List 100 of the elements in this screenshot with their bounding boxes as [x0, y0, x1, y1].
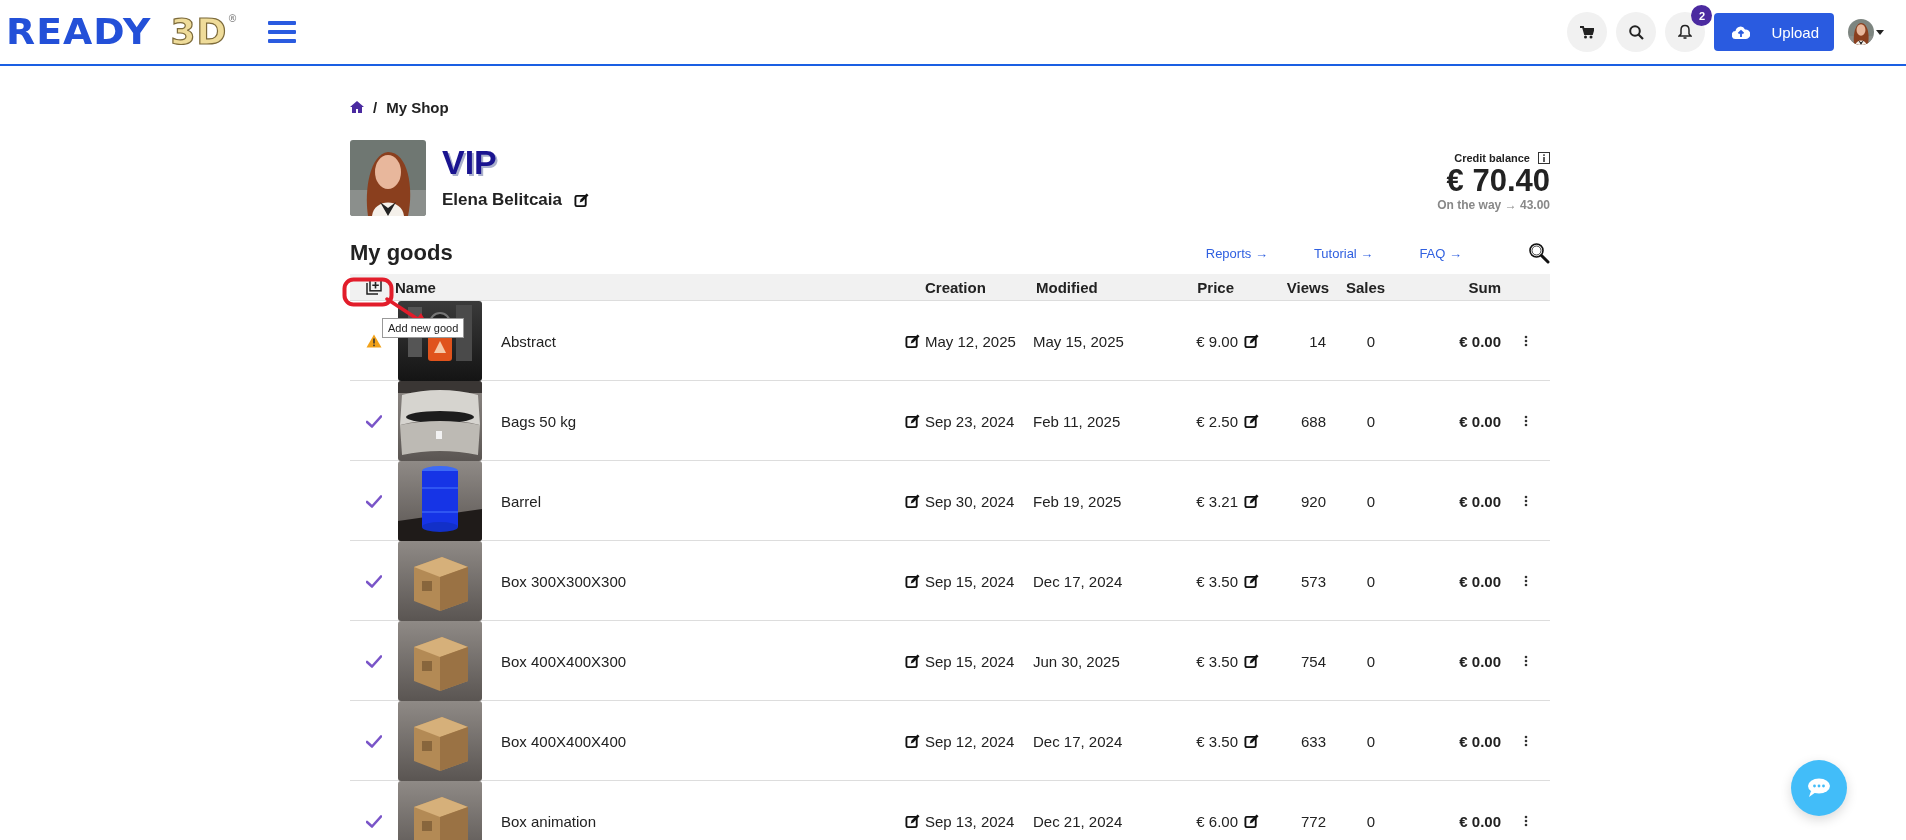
edit-icon[interactable]	[904, 813, 920, 829]
product-name[interactable]: Box animation	[501, 812, 899, 830]
edit-icon[interactable]	[1244, 653, 1259, 669]
add-item-icon[interactable]	[366, 279, 382, 295]
sum-amount: € 0.00	[1458, 572, 1501, 590]
column-header[interactable]: Price	[1153, 278, 1271, 296]
edit-icon[interactable]	[1244, 573, 1259, 589]
creation-date: Sep 15, 2024	[925, 572, 1016, 590]
modified-date: Dec 17, 2024	[1033, 732, 1124, 750]
sum-amount: € 0.00	[1458, 812, 1501, 830]
sum-amount: € 0.00	[1458, 652, 1501, 670]
modified-date: Feb 11, 2025	[1033, 412, 1122, 430]
check-icon	[366, 734, 382, 748]
check-icon	[366, 574, 382, 588]
search-button[interactable]	[1616, 12, 1657, 52]
sales-count: 0	[1365, 812, 1377, 830]
edit-icon[interactable]	[904, 333, 920, 349]
creation-date: Sep 23, 2024	[925, 412, 1016, 430]
pending-amount: On the way → 43.00	[1437, 198, 1550, 212]
edit-icon[interactable]	[1244, 813, 1259, 829]
nav-link[interactable]: FAQ →	[1419, 245, 1462, 261]
logo[interactable]: READY 3D®	[6, 14, 239, 50]
product-name[interactable]: Box 300X300X300	[501, 572, 899, 590]
warning-icon	[366, 334, 382, 348]
search-icon	[1628, 24, 1644, 40]
product-name[interactable]: Barrel	[501, 492, 899, 510]
edit-icon[interactable]	[1244, 413, 1259, 429]
sum-amount: € 0.00	[1458, 492, 1501, 510]
modified-date: Dec 21, 2024	[1033, 812, 1124, 830]
more-icon[interactable]	[1523, 655, 1528, 667]
cart-button[interactable]	[1567, 12, 1608, 52]
column-header[interactable]: Modified	[1033, 278, 1153, 296]
modified-date: Dec 17, 2024	[1033, 572, 1124, 590]
price: € 3.21	[1196, 492, 1238, 510]
upload-button[interactable]: Upload	[1714, 13, 1834, 51]
product-name[interactable]: Bags 50 kg	[501, 412, 899, 430]
home-icon[interactable]	[350, 101, 364, 113]
breadcrumb-item[interactable]: My Shop	[386, 98, 449, 116]
edit-icon[interactable]	[904, 573, 920, 589]
views-count: 920	[1299, 492, 1327, 510]
views-count: 688	[1299, 412, 1327, 430]
menu-icon[interactable]	[268, 21, 297, 43]
price: € 9.00	[1196, 332, 1238, 350]
column-header[interactable]: Sum	[1401, 278, 1501, 296]
edit-icon[interactable]	[1244, 493, 1259, 509]
product-name[interactable]: Box 400X400X400	[501, 732, 899, 750]
column-header[interactable]: Creation	[925, 278, 1033, 296]
info-icon[interactable]	[1538, 152, 1550, 164]
more-icon[interactable]	[1523, 415, 1528, 427]
column-header[interactable]: Views	[1271, 278, 1341, 296]
more-icon[interactable]	[1523, 575, 1528, 587]
views-count: 573	[1299, 572, 1327, 590]
sales-count: 0	[1365, 412, 1377, 430]
shop-owner-name: Elena Belitcaia	[442, 190, 562, 210]
balance-label: Credit balance	[1454, 152, 1530, 164]
column-header[interactable]: Name	[395, 278, 899, 296]
sales-count: 0	[1365, 732, 1377, 750]
nav-link[interactable]: Reports →	[1205, 245, 1268, 261]
sum-amount: € 0.00	[1458, 412, 1501, 430]
column-header[interactable]: Sales	[1341, 278, 1401, 296]
views-count: 14	[1308, 332, 1327, 350]
search-icon[interactable]	[1528, 242, 1550, 264]
views-count: 772	[1299, 812, 1327, 830]
tooltip: Add new good	[382, 318, 465, 338]
edit-icon[interactable]	[904, 413, 920, 429]
more-icon[interactable]	[1523, 735, 1528, 747]
section-title: My goods	[350, 240, 453, 266]
tier-label: VIP	[442, 142, 498, 182]
chat-icon	[1807, 778, 1831, 798]
caret-icon[interactable]	[1876, 29, 1884, 35]
modified-date: Feb 19, 2025	[1033, 492, 1123, 510]
creation-date: Sep 15, 2024	[925, 652, 1016, 670]
highlight-ring	[342, 277, 394, 307]
creation-date: Sep 30, 2024	[925, 492, 1016, 510]
edit-icon[interactable]	[904, 493, 920, 509]
cloud-upload-icon	[1732, 25, 1751, 39]
edit-icon[interactable]	[1244, 733, 1259, 749]
more-icon[interactable]	[1523, 335, 1528, 347]
more-icon[interactable]	[1523, 495, 1528, 507]
views-count: 754	[1299, 652, 1327, 670]
product-name[interactable]: Abstract	[501, 332, 899, 350]
edit-icon[interactable]	[1244, 333, 1259, 349]
modified-date: Jun 30, 2025	[1033, 652, 1121, 670]
check-icon	[366, 494, 382, 508]
nav-link[interactable]: Tutorial →	[1313, 245, 1374, 261]
sales-count: 0	[1365, 332, 1377, 350]
price: € 6.00	[1196, 812, 1238, 830]
notifications-button[interactable]	[1665, 12, 1706, 52]
bell-icon	[1678, 24, 1693, 40]
sum-amount: € 0.00	[1458, 732, 1501, 750]
edit-icon[interactable]	[904, 653, 920, 669]
sales-count: 0	[1365, 492, 1377, 510]
more-icon[interactable]	[1523, 815, 1528, 827]
views-count: 633	[1299, 732, 1327, 750]
creation-date: Sep 13, 2024	[925, 812, 1016, 830]
balance-amount: € 70.40	[1446, 164, 1550, 198]
product-name[interactable]: Box 400X400X300	[501, 652, 899, 670]
edit-icon[interactable]	[904, 733, 920, 749]
edit-icon[interactable]	[574, 192, 589, 208]
check-icon	[366, 654, 382, 668]
